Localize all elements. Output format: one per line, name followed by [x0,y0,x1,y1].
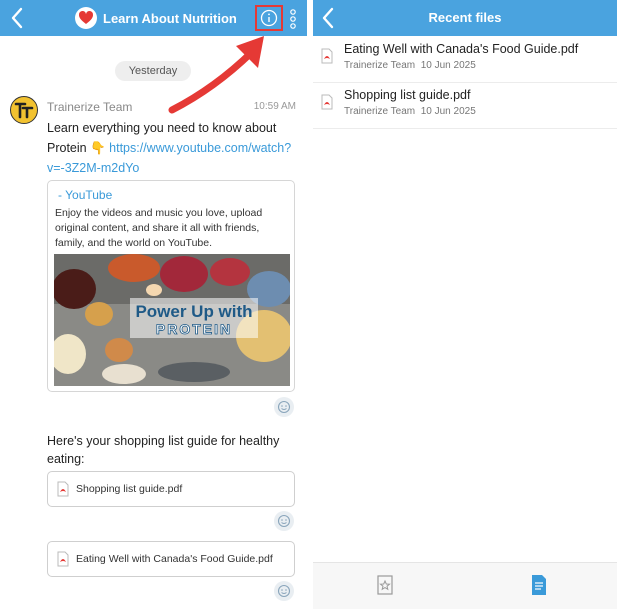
link-preview-image: Power Up with PROTEIN [54,254,290,386]
link-preview-card[interactable]: - YouTube Enjoy the videos and music you… [47,180,295,392]
pdf-icon [321,48,333,64]
chat-panel: Learn About Nutrition Yesterday Traineri… [0,0,307,609]
attachment-card[interactable]: Shopping list guide.pdf [47,471,295,507]
message-text-2: Here's your shopping list guide for heal… [47,434,280,466]
pdf-icon [57,551,69,567]
trainerize-logo [14,102,34,119]
reaction-icon [277,400,291,414]
message-text: Learn everything you need to know about … [47,118,297,178]
attachment-card[interactable]: Eating Well with Canada's Food Guide.pdf [47,541,295,577]
reaction-icon [277,584,291,598]
starred-tab-icon[interactable] [373,573,397,597]
recent-files-title: Recent files [428,10,502,25]
reaction-button[interactable] [274,397,294,417]
preview-caption-line2: PROTEIN [156,321,232,337]
pdf-icon [321,94,333,110]
attachment-name: Eating Well with Canada's Food Guide.pdf [76,553,273,565]
recent-files-panel: Recent files Eating Well with Canada's F… [313,0,617,609]
file-date: 10 Jun 2025 [420,106,476,117]
reaction-icon [277,514,291,528]
file-name: Eating Well with Canada's Food Guide.pdf [344,42,579,56]
sender-avatar[interactable] [10,96,38,124]
chat-title: Learn About Nutrition [103,10,237,26]
more-vertical-icon[interactable] [288,8,298,30]
link-preview-description: Enjoy the videos and music you love, upl… [55,207,263,249]
recent-file-row[interactable]: Shopping list guide.pdf Trainerize Team … [313,84,617,129]
recent-files-header: Recent files [313,0,617,36]
pdf-icon [57,481,69,497]
group-avatar [75,7,97,29]
files-tab-icon[interactable] [527,573,551,597]
preview-caption-line1: Power Up with [135,302,252,321]
back-arrow-icon[interactable] [6,3,30,33]
bottom-tab-bar [313,562,617,609]
reaction-button[interactable] [274,581,294,601]
sender-name: Trainerize Team [47,100,133,114]
link-preview-title: - YouTube [58,188,113,202]
reaction-button[interactable] [274,511,294,531]
file-author: Trainerize Team [344,106,416,117]
info-icon [260,9,278,27]
annotation-arrow [168,36,264,114]
file-meta: Trainerize Team 10 Jun 2025 [344,106,476,117]
heart-icon [78,10,94,24]
file-date: 10 Jun 2025 [420,60,476,71]
file-meta: Trainerize Team 10 Jun 2025 [344,60,476,71]
file-author: Trainerize Team [344,60,416,71]
file-name: Shopping list guide.pdf [344,88,471,102]
recent-file-row[interactable]: Eating Well with Canada's Food Guide.pdf… [313,38,617,83]
pointing-down-emoji: 👇 [90,141,106,155]
attachment-name: Shopping list guide.pdf [76,483,183,495]
